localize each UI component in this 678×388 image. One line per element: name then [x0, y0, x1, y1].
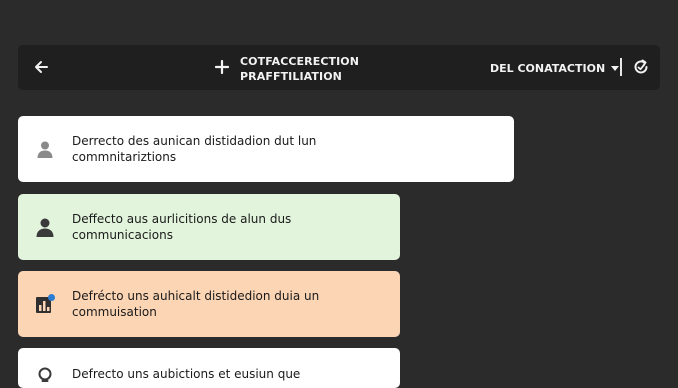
list-item-line-2: commuisation	[72, 305, 157, 319]
title-line-1: COTFACCERECTION	[240, 55, 360, 68]
report-icon	[34, 293, 56, 315]
list-item-line-2: commnitariztions	[72, 150, 177, 164]
title-line-2: PRAFFTILIATION	[240, 70, 342, 83]
list-item-text: Derrecto des aunican distidadion dut lun…	[72, 133, 372, 165]
refresh-button[interactable]	[631, 57, 651, 77]
list-item[interactable]: Defrecto uns aubictions et eusiun que	[18, 348, 400, 388]
list-item[interactable]: Derrecto des aunican distidadion dut lun…	[18, 116, 514, 182]
arrow-left-icon	[35, 61, 48, 73]
top-toolbar: COTFACCERECTION PRAFFTILIATION DEL CONAT…	[18, 45, 660, 90]
list-item-text: Defrecto uns aubictions et eusiun que	[72, 366, 372, 382]
list-item[interactable]: Defrécto uns auhicalt distidedion duia u…	[18, 271, 400, 337]
plus-icon	[215, 60, 229, 74]
toolbar-divider	[620, 58, 622, 76]
page-title: COTFACCERECTION PRAFFTILIATION	[240, 54, 359, 84]
user-icon	[34, 216, 56, 238]
list-item-line-2: communicacions	[72, 228, 173, 242]
list-item[interactable]: Deffecto aus aurlicitions de alun dus co…	[18, 194, 400, 260]
refresh-icon	[634, 59, 648, 74]
add-button[interactable]	[212, 57, 232, 77]
list-item-text: Deffecto aus aurlicitions de alun dus co…	[72, 211, 372, 243]
connection-dropdown[interactable]: DEL CONATACTION	[490, 59, 620, 77]
caret-down-icon	[611, 65, 620, 71]
lightbulb-icon	[34, 364, 56, 386]
list-item-line-1: Deffecto aus aurlicitions de alun dus	[72, 212, 292, 226]
back-button[interactable]	[30, 56, 52, 78]
list-item-line-1: Defrecto uns aubictions et eusiun que	[72, 367, 301, 381]
connection-dropdown-label: DEL CONATACTION	[490, 61, 606, 75]
list-item-text: Defrécto uns auhicalt distidedion duia u…	[72, 288, 372, 320]
list-item-line-1: Defrécto uns auhicalt distidedion duia u…	[72, 289, 320, 303]
list-item-line-1: Derrecto des aunican distidadion dut lun	[72, 134, 317, 148]
user-icon	[34, 138, 56, 160]
